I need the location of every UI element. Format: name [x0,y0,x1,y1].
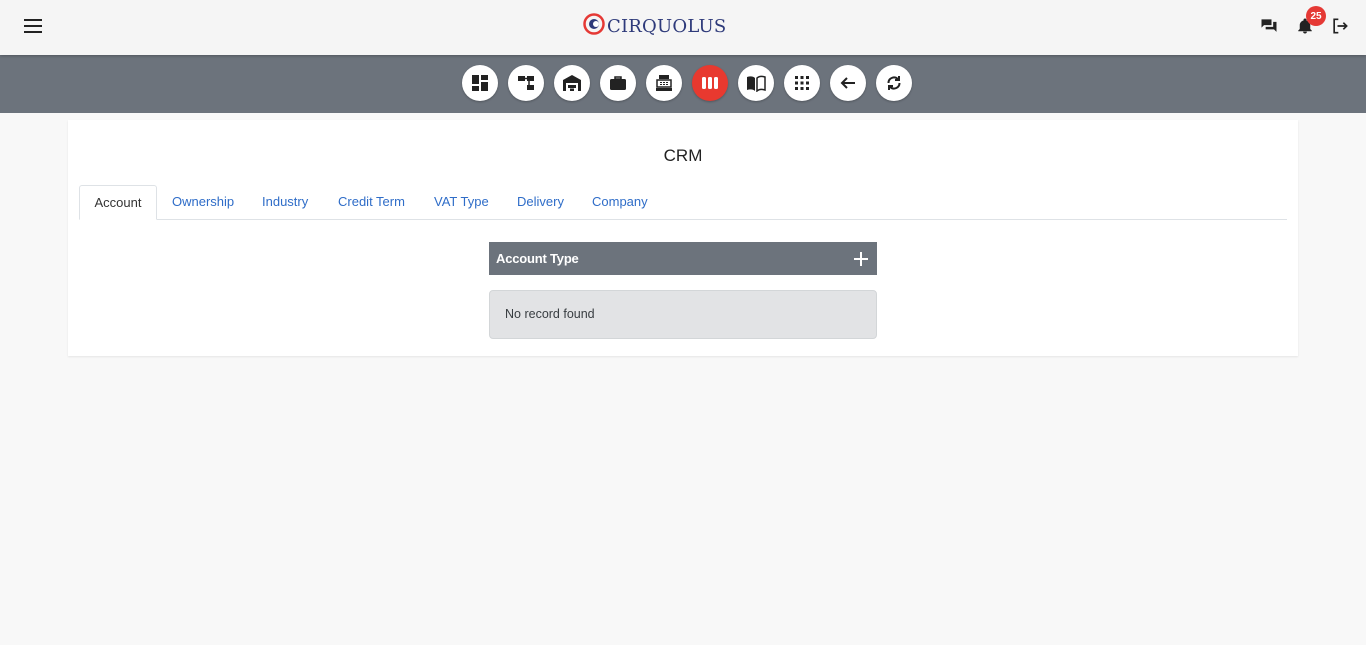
hierarchy-icon[interactable] [508,65,544,101]
brand-name: CIRQUOLUS [607,15,727,37]
tab-account[interactable]: Account [79,185,157,220]
menu-icon[interactable] [20,13,46,39]
book-icon[interactable] [738,65,774,101]
briefcase-icon[interactable] [600,65,636,101]
brand-logo[interactable]: CIRQUOLUS [583,12,726,40]
tab-credit-term[interactable]: Credit Term [338,185,405,219]
tab-industry[interactable]: Industry [262,185,308,219]
crm-card: CRM Account Ownership Industry Credit Te… [68,120,1298,356]
warehouse-icon[interactable] [554,65,590,101]
page-title: CRM [663,146,703,165]
panel-title: Account Type [496,251,579,266]
dashboard-icon[interactable] [462,65,498,101]
module-toolbar [0,55,1366,113]
notification-badge: 25 [1306,6,1326,26]
tab-ownership[interactable]: Ownership [172,185,234,219]
empty-state-alert: No record found [489,290,877,339]
logout-icon[interactable] [1327,13,1353,39]
account-type-header: Account Type [489,242,877,275]
tab-bar: Account Ownership Industry Credit Term V… [79,185,1287,220]
empty-state-message: No record found [505,307,595,321]
back-arrow-icon[interactable] [830,65,866,101]
logo-mark-icon [583,12,605,40]
crm-columns-icon[interactable] [692,65,728,101]
tab-vat-type[interactable]: VAT Type [434,185,489,219]
refresh-icon[interactable] [876,65,912,101]
cash-register-icon[interactable] [646,65,682,101]
chat-icon[interactable] [1256,13,1282,39]
top-navbar: CIRQUOLUS 25 [0,0,1366,55]
apps-grid-icon[interactable] [784,65,820,101]
tab-company[interactable]: Company [592,185,648,219]
tab-delivery[interactable]: Delivery [517,185,564,219]
plus-icon[interactable] [852,250,870,268]
